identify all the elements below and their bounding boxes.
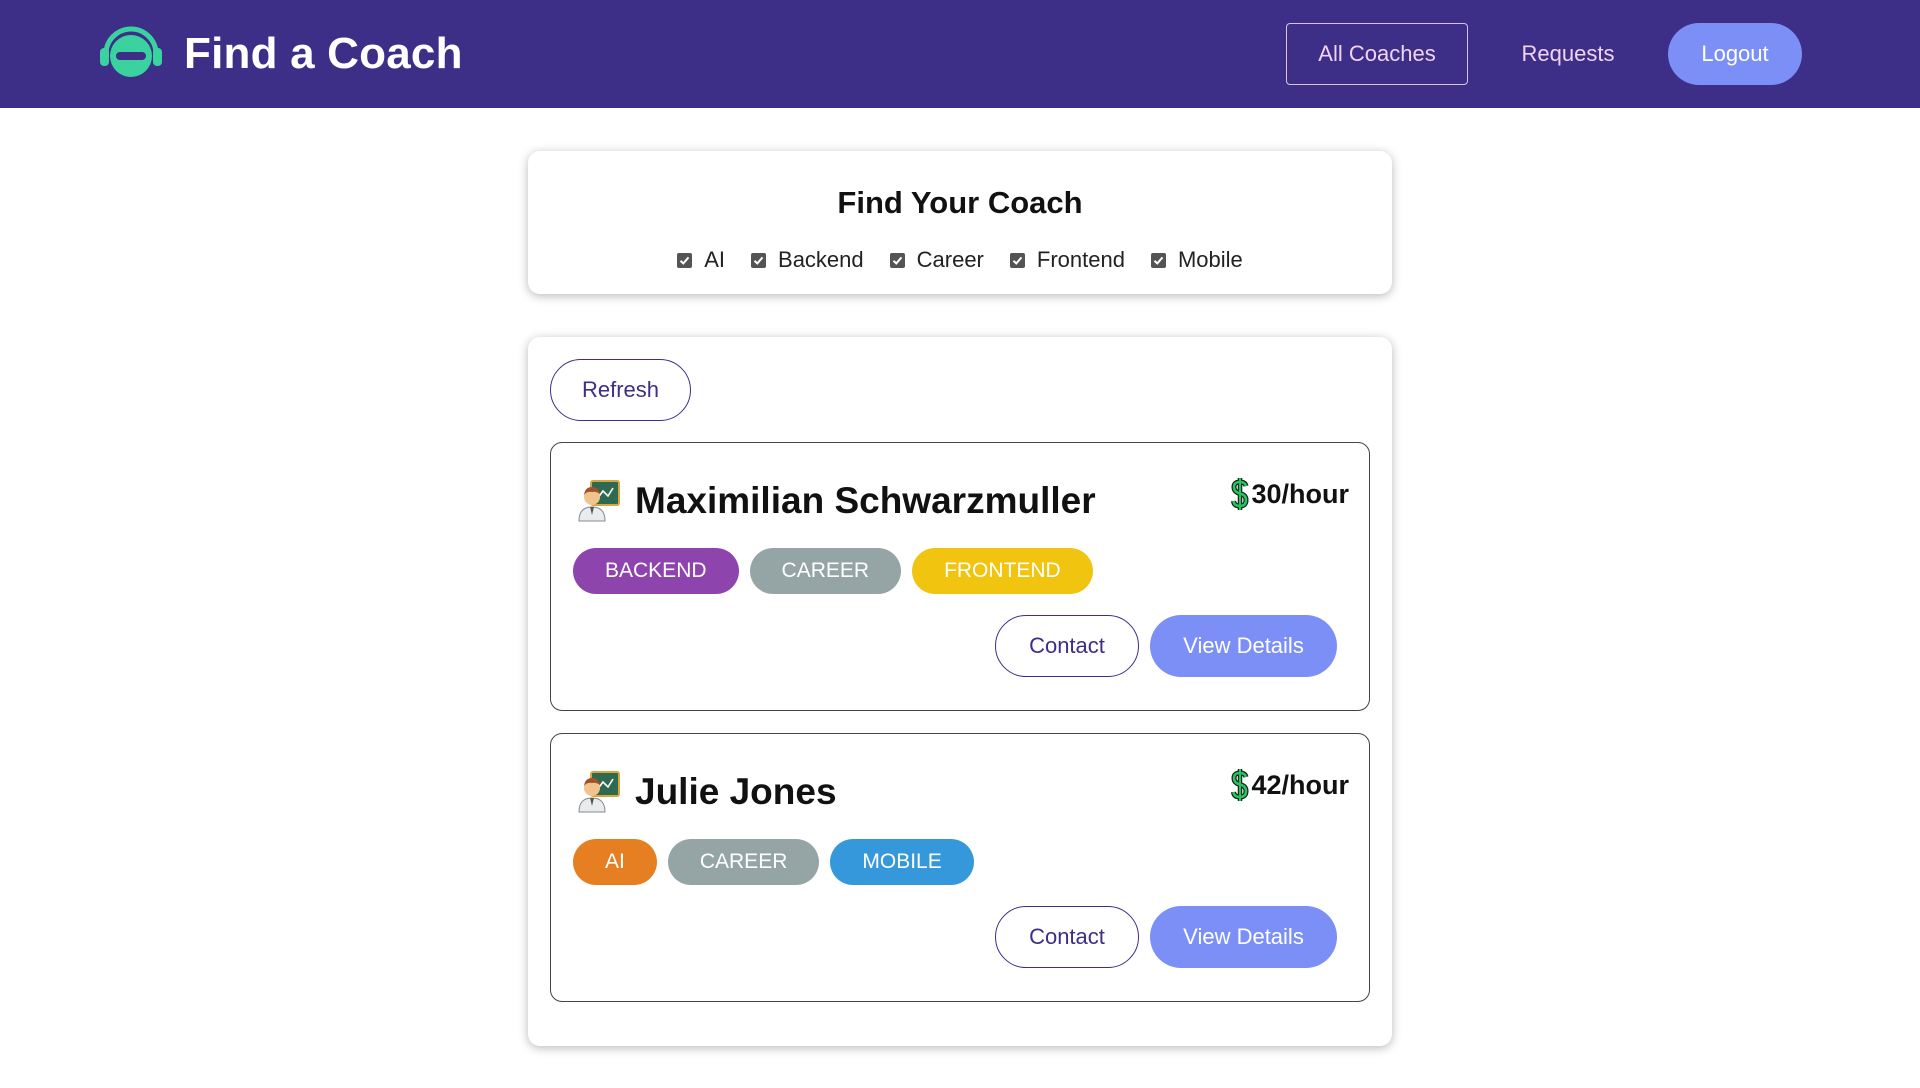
tag-mobile: MOBILE bbox=[830, 839, 974, 885]
contact-button[interactable]: Contact bbox=[995, 615, 1139, 677]
filter-label: Backend bbox=[778, 247, 864, 272]
coach-tags: AI CAREER MOBILE bbox=[573, 839, 985, 885]
coach-name: Maximilian Schwarzmuller bbox=[635, 480, 1096, 521]
coach-list-card: Refresh Maximilian Schwarzmuller 30/hour… bbox=[528, 337, 1392, 1046]
nav-all-coaches-button[interactable]: All Coaches bbox=[1286, 23, 1468, 85]
coach-name: Julie Jones bbox=[635, 771, 837, 812]
contact-button[interactable]: Contact bbox=[995, 906, 1139, 968]
filter-option-frontend[interactable]: Frontend bbox=[1009, 247, 1125, 273]
view-details-button[interactable]: View Details bbox=[1150, 615, 1337, 677]
refresh-button[interactable]: Refresh bbox=[550, 359, 691, 421]
tag-career: CAREER bbox=[749, 548, 902, 594]
checkbox-checked-icon[interactable] bbox=[677, 252, 693, 268]
dollar-icon bbox=[1231, 478, 1249, 510]
checkbox-checked-icon[interactable] bbox=[1009, 252, 1025, 268]
coach-item: Maximilian Schwarzmuller 30/hour BACKEND… bbox=[550, 442, 1370, 711]
app-header: Find a Coach All Coaches Requests Logout bbox=[0, 0, 1920, 108]
filter-options: AI Backend Career Frontend Mobile bbox=[528, 247, 1392, 273]
nav-requests-link[interactable]: Requests bbox=[1468, 23, 1668, 85]
filter-card: Find Your Coach AI Backend Career Fronte… bbox=[528, 151, 1392, 294]
coach-actions: Contact View Details bbox=[995, 906, 1337, 968]
checkbox-checked-icon[interactable] bbox=[1150, 252, 1166, 268]
filter-title: Find Your Coach bbox=[837, 185, 1083, 220]
filter-label: Mobile bbox=[1177, 247, 1243, 272]
coach-rate: 30/hour bbox=[1231, 477, 1349, 511]
coach-rate: 42/hour bbox=[1231, 768, 1349, 802]
brand-title: Find a Coach bbox=[184, 29, 463, 78]
coach-actions: Contact View Details bbox=[995, 615, 1337, 677]
filter-label: AI bbox=[704, 247, 726, 272]
coach-rate-value: 30/hour bbox=[1251, 478, 1349, 509]
tag-backend: BACKEND bbox=[573, 548, 739, 594]
filter-option-mobile[interactable]: Mobile bbox=[1150, 247, 1243, 273]
tag-frontend: FRONTEND bbox=[912, 548, 1093, 594]
filter-option-career[interactable]: Career bbox=[889, 247, 984, 273]
filter-option-backend[interactable]: Backend bbox=[751, 247, 864, 273]
headset-robot-logo-icon bbox=[100, 26, 162, 77]
coach-tags: BACKEND CAREER FRONTEND bbox=[573, 548, 1104, 594]
filter-label: Frontend bbox=[1036, 247, 1125, 272]
filter-label: Career bbox=[916, 247, 984, 272]
teacher-icon bbox=[578, 480, 620, 522]
main-nav: All Coaches Requests Logout bbox=[1286, 23, 1802, 85]
dollar-icon bbox=[1231, 769, 1249, 801]
tag-ai: AI bbox=[573, 839, 657, 885]
tag-career: CAREER bbox=[667, 839, 820, 885]
coach-rate-value: 42/hour bbox=[1251, 769, 1349, 800]
coach-item: Julie Jones 42/hour AI CAREER MOBILE Con… bbox=[550, 733, 1370, 1002]
filter-option-ai[interactable]: AI bbox=[677, 247, 725, 273]
teacher-icon bbox=[578, 771, 620, 813]
checkbox-checked-icon[interactable] bbox=[889, 252, 905, 268]
view-details-button[interactable]: View Details bbox=[1150, 906, 1337, 968]
brand[interactable]: Find a Coach bbox=[96, 22, 463, 86]
logout-button[interactable]: Logout bbox=[1668, 23, 1802, 85]
checkbox-checked-icon[interactable] bbox=[751, 252, 767, 268]
